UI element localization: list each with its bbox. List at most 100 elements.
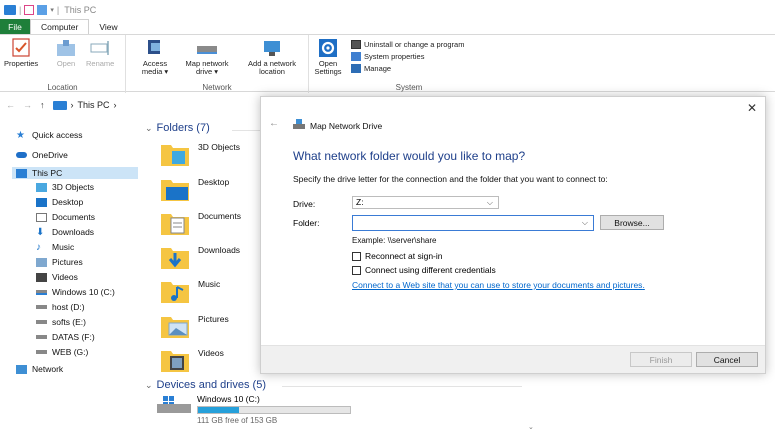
music-note-icon: ♪: [36, 241, 41, 253]
sidebar-item-network[interactable]: Network: [16, 363, 63, 375]
download-arrow-icon: ⬇: [36, 226, 45, 238]
sidebar-item-3d-objects[interactable]: 3D Objects: [36, 181, 94, 193]
chevron-down-icon: ⌄: [145, 379, 153, 390]
sidebar-item-this-pc[interactable]: This PC: [12, 167, 138, 179]
rename-icon: [89, 38, 111, 58]
folder-pictures-icon: [160, 312, 190, 340]
open-button[interactable]: Open: [55, 38, 77, 68]
close-icon[interactable]: ✕: [747, 101, 757, 115]
network-drive-icon: [293, 119, 305, 132]
chevron-down-icon[interactable]: ⌵: [582, 218, 588, 228]
credentials-checkbox[interactable]: Connect using different credentials: [352, 265, 496, 275]
open-settings-button[interactable]: Open Settings: [311, 38, 345, 76]
sidebar-item-drive-e[interactable]: softs (E:): [36, 316, 86, 328]
properties-button[interactable]: Properties: [4, 38, 38, 68]
drive-usage-bar: [197, 406, 351, 414]
desktop-icon: [36, 197, 47, 207]
folder-music-icon: [160, 277, 190, 305]
back-arrow-icon[interactable]: ←: [269, 118, 279, 129]
quick-access-dropdown-icon[interactable]: ▾: [50, 6, 54, 14]
folder-example: Example: \\server\share: [352, 236, 437, 245]
sidebar-item-documents[interactable]: Documents: [36, 211, 95, 223]
tab-file[interactable]: File: [0, 19, 30, 34]
sidebar-item-drive-d[interactable]: host (D:): [36, 301, 85, 313]
manage-button[interactable]: Manage: [351, 64, 391, 73]
sidebar-item-downloads[interactable]: ⬇ Downloads: [36, 226, 94, 238]
ribbon-group-system: Open Settings Uninstall or change a prog…: [309, 35, 509, 93]
drive-icon: [36, 320, 47, 324]
network-location-icon: [261, 38, 283, 58]
settings-gear-icon: [317, 38, 339, 58]
open-icon: [55, 38, 77, 58]
tab-computer[interactable]: Computer: [30, 19, 90, 34]
network-icon: [16, 364, 27, 374]
new-folder-quick-icon[interactable]: [37, 5, 48, 15]
scroll-down-icon[interactable]: ⌄: [528, 423, 534, 431]
computer-icon: [16, 168, 27, 178]
ribbon-tabs: File Computer View: [0, 19, 128, 34]
sidebar-item-videos[interactable]: Videos: [36, 271, 78, 283]
ribbon: Properties Open Rename Location Access m…: [0, 34, 775, 93]
up-arrow-icon[interactable]: ↑: [40, 100, 45, 110]
folder-input[interactable]: [353, 216, 573, 230]
folder-label: Folder:: [293, 218, 320, 228]
web-site-link[interactable]: Connect to a Web site that you can use t…: [352, 280, 645, 290]
map-network-drive-button[interactable]: Map network drive ▾: [178, 38, 236, 76]
browse-button[interactable]: Browse...: [600, 215, 664, 230]
navigation-pane: ★ Quick access OneDrive This PC 3D Objec…: [0, 120, 140, 434]
folders-group-header[interactable]: ⌄ Folders (7): [145, 122, 210, 134]
folder-input-wrapper: ⌵: [352, 215, 594, 231]
properties-icon: [10, 38, 32, 58]
folder-documents-icon: [160, 209, 190, 237]
access-media-icon: [144, 38, 166, 58]
tab-view[interactable]: View: [89, 19, 127, 34]
access-media-button[interactable]: Access media ▾: [140, 38, 170, 76]
dialog-footer: Finish Cancel: [261, 345, 765, 373]
devices-group-header[interactable]: ⌄ Devices and drives (5): [145, 379, 266, 391]
sidebar-item-desktop[interactable]: Desktop: [36, 196, 83, 208]
drive-usage-fill: [198, 407, 240, 413]
finish-button[interactable]: Finish: [630, 352, 692, 367]
reconnect-checkbox-box[interactable]: [352, 251, 361, 261]
ribbon-group-location: Properties Open Rename Location: [0, 35, 126, 93]
uninstall-program-button[interactable]: Uninstall or change a program: [351, 40, 464, 49]
folder-desktop-icon: [160, 175, 190, 203]
sidebar-item-drive-f[interactable]: DATAS (F:): [36, 331, 95, 343]
cancel-button[interactable]: Cancel: [696, 352, 758, 367]
sidebar-item-drive-c[interactable]: Windows 10 (C:): [36, 286, 115, 298]
sidebar-item-quick-access[interactable]: ★ Quick access: [16, 129, 83, 141]
sidebar-item-music[interactable]: ♪ Music: [36, 241, 74, 253]
ribbon-group-network: Access media ▾ Map network drive ▾ Add a…: [126, 35, 309, 93]
sidebar-item-drive-g[interactable]: WEB (G:): [36, 346, 88, 358]
dialog-heading: What network folder would you like to ma…: [293, 149, 526, 163]
folder-downloads-icon: [160, 243, 190, 271]
system-properties-icon: [351, 52, 361, 61]
map-network-drive-dialog: ✕ ← Map Network Drive What network folde…: [260, 96, 766, 374]
add-network-location-button[interactable]: Add a network location: [240, 38, 304, 76]
dialog-title: Map Network Drive: [293, 119, 382, 132]
windows-drive-icon: [157, 396, 191, 414]
cloud-icon: [16, 152, 27, 158]
manage-icon: [351, 64, 361, 73]
this-pc-icon: [52, 100, 67, 110]
credentials-checkbox-box[interactable]: [352, 265, 361, 275]
sidebar-item-onedrive[interactable]: OneDrive: [16, 149, 68, 161]
forward-arrow-icon[interactable]: →: [23, 100, 32, 110]
video-icon: [36, 272, 47, 282]
sidebar-item-pictures[interactable]: Pictures: [36, 256, 83, 268]
document-icon: [36, 212, 47, 222]
rename-button[interactable]: Rename: [86, 38, 114, 68]
breadcrumb[interactable]: › This PC ›: [52, 100, 117, 110]
system-properties-button[interactable]: System properties: [351, 52, 424, 61]
windows-drive-icon: [36, 289, 47, 295]
star-icon: ★: [16, 129, 25, 141]
system-group-label: System: [395, 83, 423, 92]
network-group-label: Network: [202, 83, 232, 92]
properties-quick-icon[interactable]: [24, 5, 35, 15]
back-arrow-icon[interactable]: ←: [6, 100, 15, 110]
drive-select[interactable]: Z: ⌵: [352, 196, 499, 209]
reconnect-checkbox[interactable]: Reconnect at sign-in: [352, 251, 443, 261]
chevron-down-icon: ⌄: [145, 122, 153, 133]
breadcrumb-this-pc[interactable]: This PC: [78, 100, 110, 110]
drive-label: Drive:: [293, 199, 316, 209]
